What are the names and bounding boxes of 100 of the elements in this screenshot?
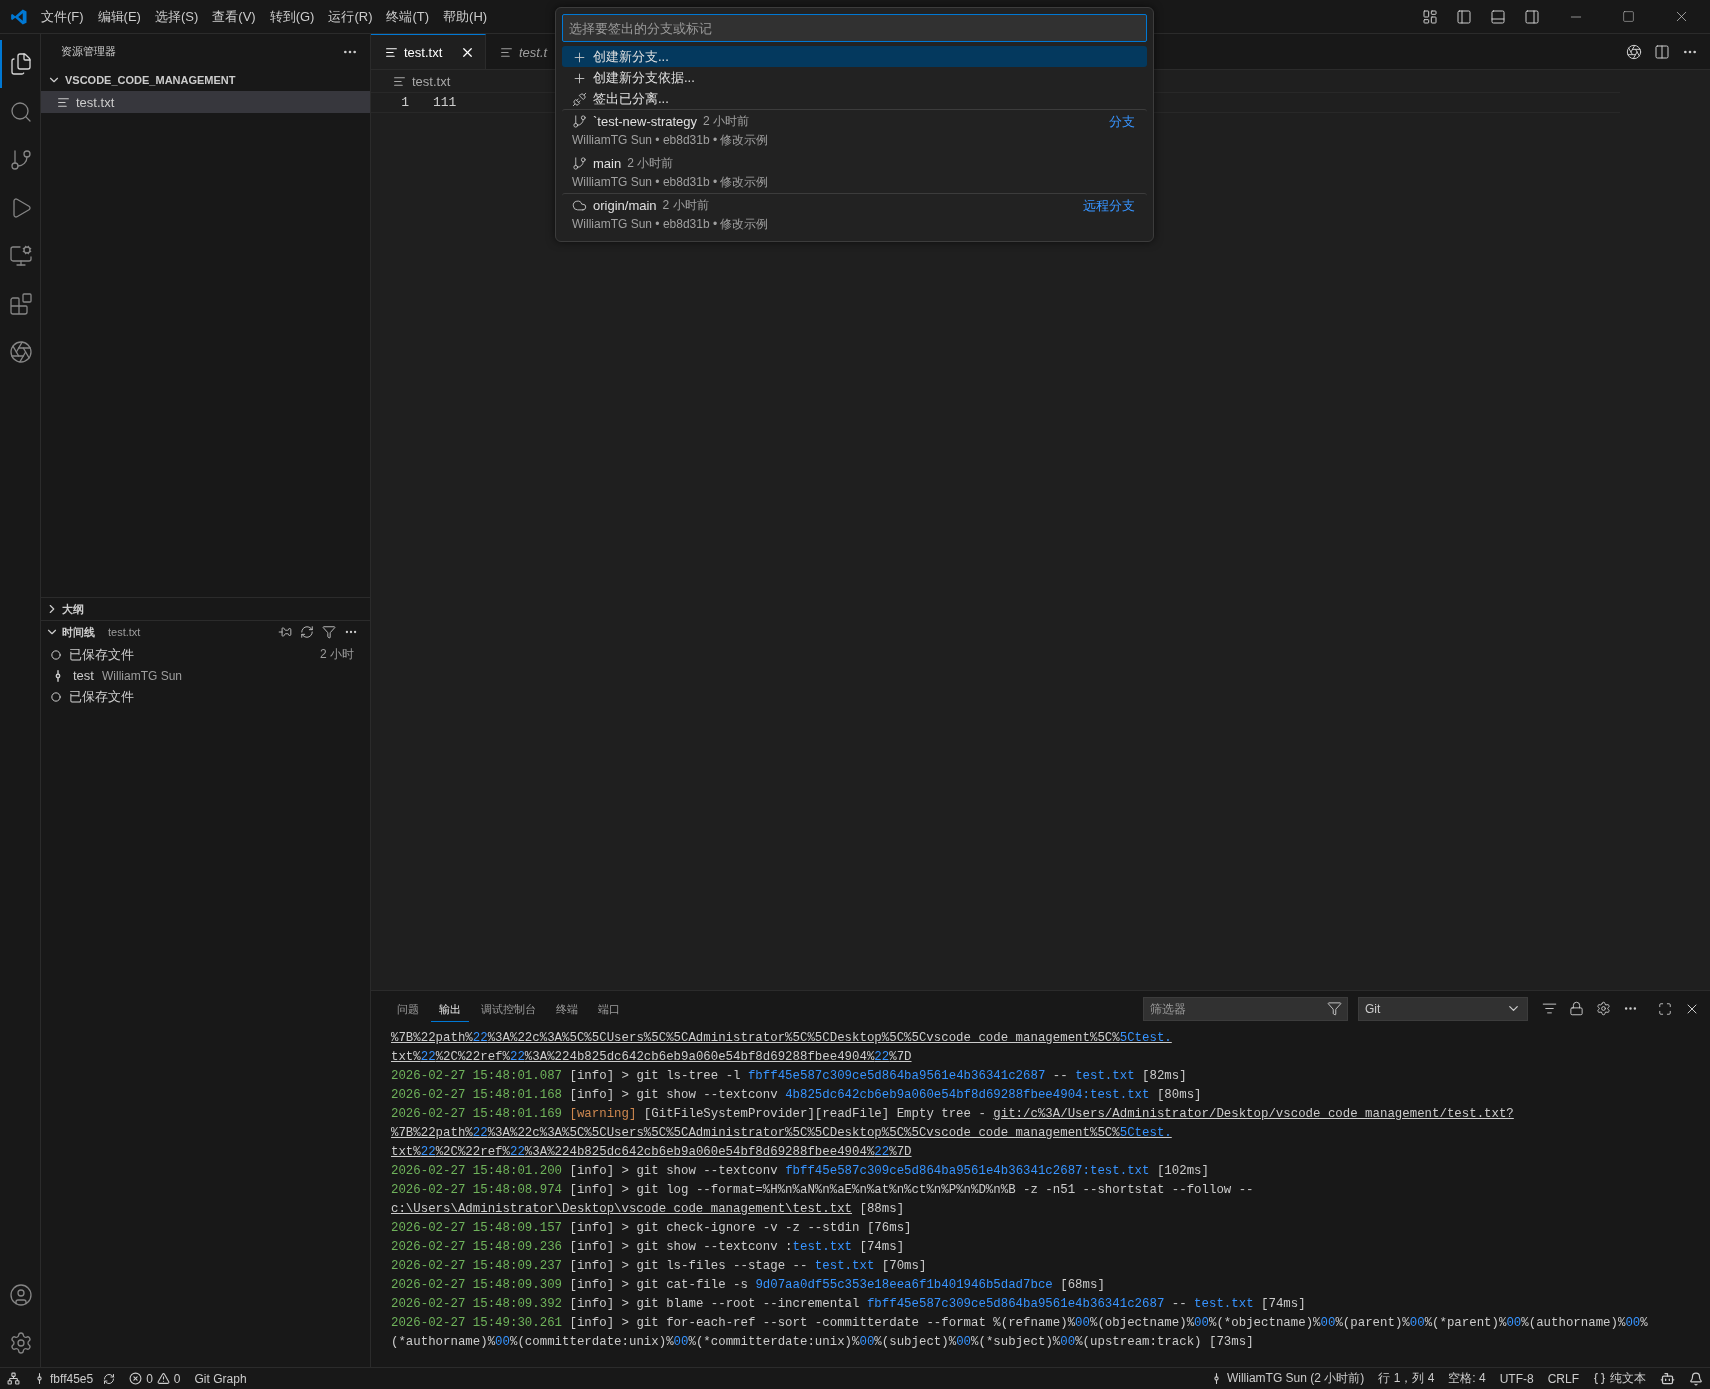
language-status[interactable]: 纯文本 [1586,1368,1653,1389]
refresh-icon[interactable] [300,625,314,639]
maximize-icon[interactable] [1622,10,1635,23]
line-number: 1 [400,95,409,110]
indentation-status[interactable]: 空格: 4 [1441,1368,1493,1389]
git-graph-status[interactable]: Git Graph [187,1368,254,1389]
remote-explorer-icon [9,244,33,268]
quick-pick-item[interactable]: `test-new-strategy 2 小时前 分支 WilliamTG Sun • eb8d31b • 修改示例 [562,109,1147,151]
text-file-icon [385,45,398,59]
quick-pick-item[interactable]: 创建新分支依据... [562,67,1147,88]
branch-search-field[interactable]: 选择要签出的分支或标记 [562,14,1147,42]
aperture-icon[interactable] [1626,43,1642,60]
log-line: 2026-02-27 15:48:09.309 [info] > git cat-file -s 9d07aa0df55c353e18eea6f1b401946b5dad7bce [68ms] [391,1277,1106,1294]
remote-icon [6,1372,20,1385]
panel-tab[interactable]: 调试控制台 [473,995,544,1022]
unplug-icon [572,91,587,107]
split-editor-icon[interactable] [1654,43,1670,60]
lock-icon[interactable] [1569,1001,1584,1016]
folder-row[interactable]: VSCODE_CODE_MANAGEMENT [41,69,370,91]
cursor-position[interactable]: 行 1，列 4 [1371,1368,1442,1389]
menu-item[interactable]: 查看(V) [205,7,263,26]
code-text: 111 [433,95,457,110]
maximize-icon[interactable] [1658,1001,1672,1016]
section-header[interactable]: 时间线 test.txt [41,621,370,644]
timeline-item[interactable]: 已保存文件 2 小时 [41,644,370,665]
error-icon [129,1372,143,1385]
breadcrumb[interactable]: test.txt [371,70,451,92]
log-line: (*authorname)%00%(committerdate:unix)%00%(*committerdate:unix)%00%(subject)%00%(*subject)%00%(upstream:track) [73ms] [391,1334,1255,1351]
panel-tab[interactable]: 输出 [431,995,469,1022]
quick-pick-item[interactable]: origin/main 2 小时前 远程分支 WilliamTG Sun • eb8d31b • 修改示例 [562,193,1147,235]
list-icon[interactable] [1542,1001,1557,1016]
editor-tab[interactable]: test.txt [371,34,486,69]
circle-icon [51,649,61,660]
braces-icon [1593,1372,1606,1385]
log-line: %7B%22path%22%3A%22c%3A%5C%5CUsers%5C%5CAdministrator%5C%5CDesktop%5C%5Cvscode_code_management%5C%5Ctest. [391,1030,1173,1047]
plus-icon [572,49,587,65]
menu-item[interactable]: 文件(F) [34,7,91,26]
layout-icon[interactable] [1422,8,1438,25]
menu-item[interactable]: 转到(G) [262,7,322,26]
item-detail: WilliamTG Sun • eb8d31b • 修改示例 [572,132,770,149]
problems-status[interactable]: 0 0 [122,1368,188,1389]
encoding-status[interactable]: UTF-8 [1492,1368,1541,1389]
quick-pick-item[interactable]: 签出已分离... [562,88,1147,109]
panel-tab[interactable]: 问题 [389,995,427,1022]
bell-icon [1689,1371,1703,1386]
file-row[interactable]: test.txt [41,91,370,113]
menu-item[interactable]: 终端(T) [379,7,437,26]
log-line: c:\Users\Administrator\Desktop\vscode_code_management\test.txt [88ms] [391,1201,906,1218]
log-line: 2026-02-27 15:48:01.087 [info] > git ls-tree -l fbff45e587c309ce5d864ba9561e4b36341c2687 -- test.txt [82ms] [391,1068,1188,1085]
quick-pick-item[interactable]: main 2 小时前 WilliamTG Sun • eb8d31b • 修改示例 [562,151,1147,193]
log-line: %7B%22path%22%3A%22c%3A%5C%5CUsers%5C%5CAdministrator%5C%5CDesktop%5C%5Cvscode_code_management%5C%5Ctest. [391,1125,1173,1142]
text-file-icon [57,95,70,109]
section-subtitle: test.txt [108,626,141,638]
panel-tab[interactable]: 终端 [548,995,586,1022]
item-label: origin/main [593,198,657,213]
cloud-icon [572,198,587,213]
circle-icon [51,691,61,702]
time-label: 2 小时 [320,646,354,663]
menu-item[interactable]: 运行(R) [321,7,380,26]
extensions-icon [9,292,33,316]
item-detail: WilliamTG Sun • eb8d31b • 修改示例 [572,174,770,191]
timeline-item[interactable]: test WilliamTG Sun [41,665,370,686]
channel-dropdown[interactable]: Git [1358,996,1528,1021]
account-icon [9,1283,33,1307]
time-label: 2 小时前 [662,197,709,214]
quick-pick-item[interactable]: 创建新分支... [562,46,1147,67]
panel-toggle-icon[interactable] [1490,8,1506,25]
text-file-icon [500,45,513,59]
secondary-sidebar-icon[interactable] [1524,8,1540,25]
group-label: 远程分支 [1083,196,1135,215]
item-detail: WilliamTG Sun • eb8d31b • 修改示例 [572,216,770,233]
blame-status[interactable]: WilliamTG Sun (2 小时前) [1202,1368,1372,1389]
log-line: 2026-02-27 15:48:01.200 [info] > git show --textconv fbff45e587c309ce5d864ba9561e4b36341c2687:test.txt [102ms] [391,1163,1210,1180]
settings-icon[interactable] [1596,1001,1611,1016]
panel-tab[interactable]: 端口 [590,995,628,1022]
menu-item[interactable]: 编辑(E) [90,7,148,26]
group-label: 分支 [1109,112,1135,131]
branch-status[interactable]: fbff45e5 [26,1368,123,1389]
timeline-item[interactable]: 已保存文件 [41,686,370,707]
eol-status[interactable]: CRLF [1540,1368,1586,1389]
menu-item[interactable]: 选择(S) [147,7,206,26]
log-line: txt%22%2C%22ref%22%3A%224b825dc642cb6eb9a060e54bf8d69288fbee4904%22%7D [391,1144,913,1161]
section-header[interactable]: 大纲 [41,598,370,621]
author-label: WilliamTG Sun [101,668,182,683]
time-label: 2 小时前 [627,155,674,172]
menu-item[interactable]: 帮助(H) [436,7,495,26]
sync-icon [103,1372,116,1385]
item-label: 创建新分支... [593,48,669,66]
filter-icon[interactable] [1327,1000,1342,1016]
item-label: 签出已分离... [593,90,669,108]
item-label: main [593,156,622,171]
filter-icon[interactable] [322,625,336,639]
log-line: 2026-02-27 15:49:30.261 [info] > git for-each-ref --sort -committerdate --format %(refname)%00%(objectname)%00%(*objectname)%00%(parent)%00%(*parent)%00%(authorname)%00% [391,1315,1649,1332]
sidebar-toggle-icon[interactable] [1456,8,1472,25]
time-label: 2 小时前 [703,113,750,130]
pin-icon[interactable] [278,625,292,639]
branch-icon [572,156,587,171]
filter-field[interactable]: 筛选器 [1143,996,1348,1021]
item-label: `test-new-strategy [593,114,698,129]
branch-icon [572,114,587,129]
